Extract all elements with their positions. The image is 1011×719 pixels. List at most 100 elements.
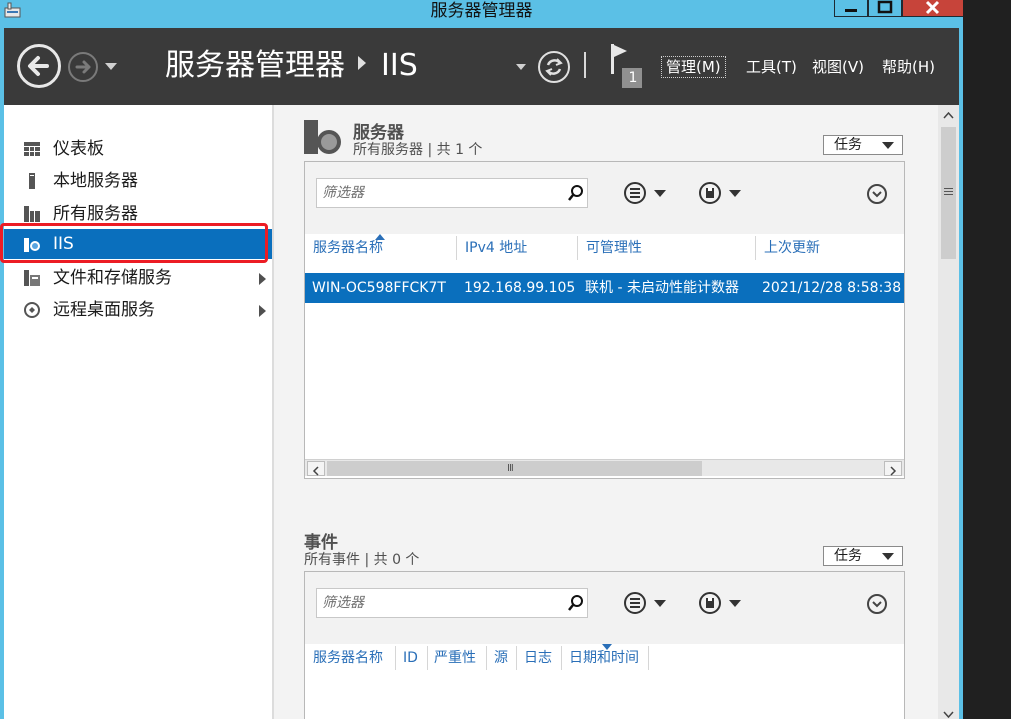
breadcrumb-dropdown-icon[interactable] xyxy=(516,64,526,70)
horizontal-scrollbar[interactable]: III xyxy=(305,459,904,476)
expand-arrow-icon[interactable] xyxy=(259,273,266,285)
column-divider[interactable] xyxy=(755,236,756,260)
column-divider[interactable] xyxy=(648,646,649,670)
table-row[interactable]: WIN-OC598FFCK7T 192.168.99.105 联机 - 未启动性… xyxy=(305,273,904,303)
cell-last-update: 2021/12/28 8:58:38 xyxy=(762,280,902,296)
expand-panel-button[interactable] xyxy=(867,184,887,204)
cell-server-name: WIN-OC598FFCK7T xyxy=(312,280,446,296)
highlight-box xyxy=(0,223,268,263)
sidebar-item-dashboard[interactable]: 仪表板 xyxy=(4,134,272,164)
menu-manage[interactable]: 管理(M) xyxy=(661,56,726,78)
local-server-icon xyxy=(29,173,35,189)
breadcrumb-current: IIS xyxy=(381,48,418,83)
back-button[interactable] xyxy=(17,44,61,88)
servers-panel: 筛选器 服务器名称 IPv4 地址 可管理性 上次更新 WIN-OC598FFC… xyxy=(304,161,905,479)
close-icon xyxy=(925,0,940,15)
menu-tools[interactable]: 工具(T) xyxy=(746,57,797,77)
history-dropdown-icon[interactable] xyxy=(105,63,117,70)
refresh-icon xyxy=(545,58,563,76)
column-header-last-update[interactable]: 上次更新 xyxy=(764,238,820,258)
events-filter-input[interactable]: 筛选器 xyxy=(316,588,588,618)
sidebar-item-remote-desktop[interactable]: 远程桌面服务 xyxy=(4,295,272,325)
tasks-label: 任务 xyxy=(834,137,862,153)
search-icon[interactable] xyxy=(568,595,584,611)
restore-icon xyxy=(877,0,893,14)
tasks-label: 任务 xyxy=(834,548,862,564)
maximize-button[interactable] xyxy=(868,0,902,17)
notifications-flag-button[interactable]: 1 xyxy=(610,44,650,92)
vertical-scroll-thumb[interactable] xyxy=(941,127,956,259)
breadcrumb-separator-icon xyxy=(358,56,366,70)
events-filter-bar: 筛选器 xyxy=(305,572,904,644)
expand-arrow-icon[interactable] xyxy=(259,305,266,317)
sidebar: 仪表板 本地服务器 所有服务器 IIS 文件和存储服务 远程桌面服务 xyxy=(4,105,272,719)
column-divider[interactable] xyxy=(427,646,428,670)
sidebar-item-label: 远程桌面服务 xyxy=(53,300,155,320)
expand-panel-button[interactable] xyxy=(867,594,887,614)
sidebar-item-local-server[interactable]: 本地服务器 xyxy=(4,166,272,196)
minimize-icon xyxy=(845,9,857,12)
chevron-down-icon xyxy=(882,553,894,560)
column-header-manageability[interactable]: 可管理性 xyxy=(586,238,642,258)
sort-descending-icon xyxy=(602,644,612,650)
scroll-right-button[interactable] xyxy=(884,461,902,476)
scroll-left-button[interactable] xyxy=(307,461,325,476)
servers-filter-input[interactable]: 筛选器 xyxy=(316,178,588,208)
events-section-subtitle: 所有事件 | 共 0 个 xyxy=(304,552,420,568)
events-tasks-button[interactable]: 任务 xyxy=(823,546,903,566)
servers-section-subtitle: 所有服务器 | 共 1 个 xyxy=(353,142,483,158)
header-divider xyxy=(584,52,586,78)
main-content: 服务器 所有服务器 | 共 1 个 任务 筛选器 服务器名称 IPv4 地址 可… xyxy=(274,105,938,719)
column-divider[interactable] xyxy=(395,646,396,670)
column-header-severity[interactable]: 严重性 xyxy=(434,648,476,668)
column-divider[interactable] xyxy=(561,646,562,670)
close-button[interactable] xyxy=(902,0,963,17)
minimize-button[interactable] xyxy=(834,0,868,17)
sidebar-item-label: 文件和存储服务 xyxy=(53,268,172,288)
servers-tasks-button[interactable]: 任务 xyxy=(823,135,903,155)
column-header-log[interactable]: 日志 xyxy=(524,648,552,668)
column-header-server-name[interactable]: 服务器名称 xyxy=(313,648,383,668)
chevron-up-icon[interactable] xyxy=(942,111,955,121)
title-bar[interactable]: 服务器管理器 xyxy=(0,0,963,26)
column-divider[interactable] xyxy=(516,646,517,670)
refresh-button[interactable] xyxy=(538,51,570,83)
column-header-server-name[interactable]: 服务器名称 xyxy=(313,238,383,258)
cell-ipv4: 192.168.99.105 xyxy=(464,280,576,296)
servers-section-icon xyxy=(304,120,341,154)
column-header-source[interactable]: 源 xyxy=(494,648,508,668)
chevron-down-icon xyxy=(872,191,882,198)
forward-button[interactable] xyxy=(68,52,98,82)
column-divider[interactable] xyxy=(486,646,487,670)
servers-filter-bar: 筛选器 xyxy=(305,162,904,234)
save-dropdown-icon[interactable] xyxy=(698,180,746,206)
menu-view[interactable]: 视图(V) xyxy=(812,57,864,77)
column-header-ipv4[interactable]: IPv4 地址 xyxy=(465,238,527,258)
sidebar-item-label: 仪表板 xyxy=(53,139,104,159)
vertical-scrollbar[interactable] xyxy=(938,105,959,719)
list-view-dropdown-icon[interactable] xyxy=(623,180,671,206)
dashboard-icon xyxy=(24,142,40,156)
search-icon[interactable] xyxy=(568,185,584,201)
server-manager-window: 服务器管理器 服务器管理器 IIS 1 管理(M) 工具(T) 视图(V) 帮助… xyxy=(0,0,963,719)
sidebar-item-file-storage[interactable]: 文件和存储服务 xyxy=(4,263,272,293)
menu-help[interactable]: 帮助(H) xyxy=(882,57,935,77)
remote-desktop-icon xyxy=(24,302,40,318)
column-header-datetime[interactable]: 日期和时间 xyxy=(569,648,639,668)
column-divider[interactable] xyxy=(577,236,578,260)
column-divider[interactable] xyxy=(456,236,457,260)
chevron-left-icon xyxy=(312,466,319,476)
all-servers-icon xyxy=(24,206,40,222)
back-arrow-icon xyxy=(28,56,49,76)
scroll-grip: III xyxy=(507,463,514,474)
navigation-header: 服务器管理器 IIS 1 管理(M) 工具(T) 视图(V) 帮助(H) xyxy=(4,28,959,105)
breadcrumb-root[interactable]: 服务器管理器 xyxy=(165,48,345,84)
column-header-id[interactable]: ID xyxy=(403,648,418,668)
save-dropdown-icon[interactable] xyxy=(698,590,746,616)
chevron-down-icon xyxy=(872,601,882,608)
window-title: 服务器管理器 xyxy=(430,1,533,21)
horizontal-scroll-thumb[interactable]: III xyxy=(327,461,702,476)
sidebar-item-label: 本地服务器 xyxy=(53,171,138,191)
list-view-dropdown-icon[interactable] xyxy=(623,590,671,616)
chevron-down-icon[interactable] xyxy=(942,709,955,719)
